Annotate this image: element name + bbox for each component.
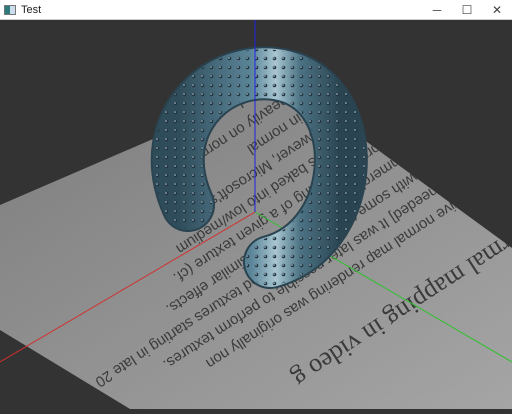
app-icon [4,4,16,15]
scene-canvas: rmal mapping in video gInteractive norma… [0,20,512,409]
close-button[interactable]: ✕ [482,0,512,20]
title-bar: Test ─ ☐ ✕ [0,0,512,20]
maximize-button[interactable]: ☐ [452,0,482,20]
minimize-button[interactable]: ─ [422,0,452,20]
window-title: Test [21,3,42,16]
3d-viewport[interactable]: rmal mapping in video g Interactive norma… [0,20,512,409]
